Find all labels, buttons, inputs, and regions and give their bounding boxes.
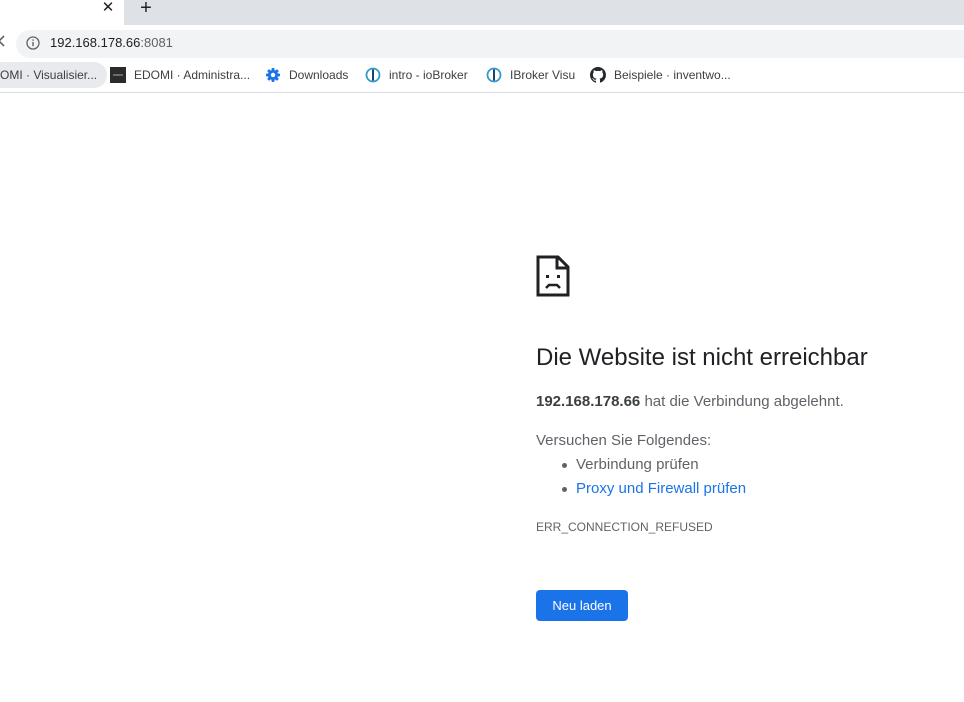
back-arrow-icon[interactable] <box>0 35 6 47</box>
new-tab-button[interactable]: + <box>136 0 156 18</box>
error-summary: 192.168.178.66 hat die Verbindung abgele… <box>536 393 844 410</box>
github-icon <box>590 67 606 83</box>
bookmark-edomi-administration[interactable]: EDOMI · Administra... <box>110 62 250 88</box>
bookmark-label: IBroker Visu <box>510 68 576 82</box>
close-tab-icon[interactable]: ✕ <box>100 0 116 16</box>
iobroker-icon <box>365 67 381 83</box>
suggestions-list: Verbindung prüfen Proxy und Firewall prü… <box>561 456 746 504</box>
bookmark-iobroker-visu[interactable]: IBroker Visu <box>486 62 575 88</box>
bookmark-label: OMI · Visualisier... <box>0 68 98 82</box>
site-info-icon[interactable] <box>26 36 40 50</box>
iobroker-icon <box>486 67 502 83</box>
suggestions-heading: Versuchen Sie Folgendes: <box>536 432 712 449</box>
bookmark-github-beispiele[interactable]: Beispiele · inventwo... <box>590 62 731 88</box>
error-summary-text: hat die Verbindung abgelehnt. <box>640 393 844 410</box>
sad-page-icon <box>536 255 570 297</box>
gear-icon <box>266 68 280 82</box>
address-host: 192.168.178.66 <box>50 35 141 50</box>
bookmark-label: Downloads <box>289 68 349 82</box>
reload-button[interactable]: Neu laden <box>536 590 628 621</box>
address-text[interactable]: 192.168.178.66:8081 <box>50 35 173 51</box>
bookmark-label: EDOMI · Administra... <box>134 68 251 82</box>
bookmark-edomi-visualisierung[interactable]: OMI · Visualisier... <box>0 62 108 88</box>
bookmark-iobroker-intro[interactable]: intro - ioBroker <box>365 62 468 88</box>
bookmark-label: intro - ioBroker <box>389 68 468 82</box>
bookmark-label: Beispiele · inventwo... <box>614 68 731 82</box>
error-title: Die Website ist nicht erreichbar <box>536 344 868 371</box>
edomi-favicon-icon <box>110 67 126 83</box>
suggestion-check-connection: Verbindung prüfen <box>561 456 746 480</box>
error-code: ERR_CONNECTION_REFUSED <box>536 520 713 534</box>
suggestion-check-proxy-firewall-link[interactable]: Proxy und Firewall prüfen <box>561 480 746 504</box>
error-host: 192.168.178.66 <box>536 393 641 410</box>
address-port: :8081 <box>140 35 173 50</box>
bookmark-downloads[interactable]: Downloads <box>265 62 348 88</box>
